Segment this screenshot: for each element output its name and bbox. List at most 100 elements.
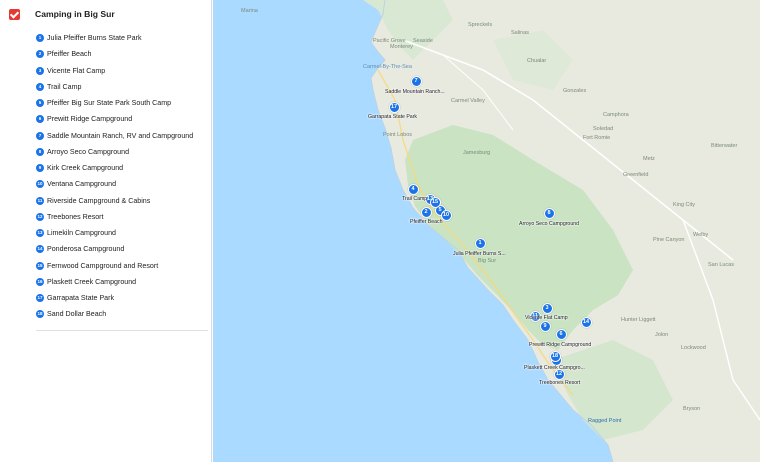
- layer-title: Camping in Big Sur: [35, 9, 115, 19]
- list-item-label: Saddle Mountain Ranch, RV and Campground: [47, 131, 194, 140]
- map-canvas[interactable]: Marina Salinas Spreckels Pacific Grove M…: [213, 0, 760, 462]
- marker-number-icon: 15: [36, 261, 44, 270]
- list-item[interactable]: 1 Julia Pfeiffer Burns State Park: [0, 30, 211, 46]
- marker-number-icon: 11: [36, 196, 44, 205]
- list-item[interactable]: 9 Kirk Creek Campground: [0, 160, 211, 176]
- map-marker-1[interactable]: 1: [474, 237, 486, 249]
- place-label: San Lucas: [708, 262, 734, 268]
- list-item[interactable]: 5 Pfeiffer Big Sur State Park South Camp: [0, 95, 211, 111]
- list-item[interactable]: 14 Ponderosa Campground: [0, 241, 211, 257]
- list-item[interactable]: 13 Limekiln Campground: [0, 225, 211, 241]
- place-label: Gonzales: [563, 88, 587, 94]
- list-item[interactable]: 15 Fernwood Campground and Resort: [0, 258, 211, 274]
- layer-header[interactable]: Camping in Big Sur: [0, 0, 211, 28]
- place-label: Chualar: [527, 58, 547, 64]
- map-marker-label[interactable]: Plaskett Creek Campgro...: [524, 365, 585, 371]
- list-item[interactable]: 10 Ventana Campground: [0, 176, 211, 192]
- place-label: Pine Canyon: [653, 237, 685, 243]
- map-marker-label[interactable]: Treebones Resort: [539, 380, 580, 386]
- list-item-label: Kirk Creek Campground: [47, 164, 124, 173]
- legend-sidebar: Camping in Big Sur 1 Julia Pfeiffer Burns…: [0, 0, 212, 462]
- list-item[interactable]: 18 Sand Dollar Beach: [0, 306, 211, 322]
- list-item-label: Vicente Flat Camp: [47, 66, 106, 75]
- list-item[interactable]: 12 Treebones Resort: [0, 209, 211, 225]
- map-marker-15[interactable]: 15: [429, 196, 441, 208]
- map-marker-2[interactable]: 2: [420, 206, 432, 218]
- place-label: Fort Romie: [583, 135, 611, 141]
- place-label: Camphora: [603, 112, 629, 118]
- place-label: Welby: [693, 232, 709, 238]
- map-marker-3[interactable]: 3: [541, 302, 553, 314]
- map-marker-label[interactable]: Julia Pfeiffer Burns S...: [453, 251, 506, 257]
- marker-number-icon: 10: [36, 180, 44, 189]
- map-marker-18[interactable]: 18: [549, 350, 561, 362]
- place-label: Lockwood: [681, 345, 706, 351]
- place-label: Metz: [643, 156, 655, 162]
- marker-number-icon: 17: [36, 294, 44, 303]
- place-label: Greenfield: [623, 172, 649, 178]
- marker-number-icon: 5: [36, 99, 44, 108]
- list-item-label: Riverside Campground & Cabins: [47, 196, 151, 205]
- map-marker-9[interactable]: 9: [539, 320, 551, 332]
- place-label: Hunter Liggett: [621, 317, 656, 323]
- marker-number-icon: 3: [36, 66, 44, 75]
- map-marker-label[interactable]: Trail Camp: [402, 196, 427, 202]
- map-marker-label[interactable]: Pfeiffer Beach: [410, 219, 443, 225]
- list-item-label: Garrapata State Park: [47, 294, 115, 303]
- marker-number-icon: 12: [36, 212, 44, 221]
- map-marker-8[interactable]: 8: [543, 207, 555, 219]
- map-marker-14[interactable]: 14: [580, 316, 592, 328]
- place-label: Bryson: [683, 406, 701, 412]
- map-marker-label[interactable]: Arroyo Seco Campground: [519, 221, 579, 227]
- place-label: Marina: [241, 8, 258, 14]
- marker-number-icon: 9: [36, 164, 44, 173]
- list-item-label: Ponderosa Campground: [47, 245, 125, 254]
- list-item-label: Prewitt Ridge Campground: [47, 115, 133, 124]
- list-item-label: Arroyo Seco Campground: [47, 147, 130, 156]
- map-marker-17[interactable]: 17: [388, 101, 400, 113]
- map-marker-label[interactable]: Garrapata State Park: [368, 114, 417, 120]
- place-label: Salinas: [511, 30, 530, 36]
- place-label: Seaside: [413, 38, 433, 44]
- place-label: Point Lobos: [383, 132, 413, 138]
- place-label: Jolon: [655, 332, 669, 338]
- map-marker-label[interactable]: Prewitt Ridge Campground: [529, 342, 591, 348]
- map-marker-4[interactable]: 4: [407, 183, 419, 195]
- marker-number-icon: 14: [36, 245, 44, 254]
- app-root: Camping in Big Sur 1 Julia Pfeiffer Burns…: [0, 0, 760, 462]
- place-label: Big Sur: [478, 258, 497, 264]
- list-item[interactable]: 4 Trail Camp: [0, 79, 211, 95]
- list-item-label: Plaskett Creek Campground: [47, 277, 137, 286]
- marker-number-icon: 1: [36, 34, 44, 43]
- list-item[interactable]: 17 Garrapata State Park: [0, 290, 211, 306]
- list-item-label: Ventana Campground: [47, 180, 117, 189]
- list-item-label: Pfeiffer Big Sur State Park South Camp: [47, 99, 172, 108]
- list-item[interactable]: 3 Vicente Flat Camp: [0, 63, 211, 79]
- marker-number-icon: 18: [36, 310, 44, 319]
- marker-number-icon: 8: [36, 147, 44, 156]
- place-label: King City: [673, 202, 696, 208]
- list-item[interactable]: 2 Pfeiffer Beach: [0, 46, 211, 62]
- place-label: Jamesburg: [463, 150, 491, 156]
- map-marker-label[interactable]: Saddle Mountain Ranch...: [385, 89, 445, 95]
- marker-number-icon: 7: [36, 131, 44, 140]
- list-item[interactable]: 11 Riverside Campground & Cabins: [0, 193, 211, 209]
- list-item[interactable]: 8 Arroyo Seco Campground: [0, 144, 211, 160]
- place-label: Spreckels: [468, 22, 493, 28]
- list-item-label: Julia Pfeiffer Burns State Park: [47, 34, 142, 43]
- list-item[interactable]: 6 Prewitt Ridge Campground: [0, 111, 211, 127]
- place-label: Carmel-By-The-Sea: [363, 64, 412, 70]
- list-item-label: Trail Camp: [47, 82, 82, 91]
- place-label: Soledad: [593, 126, 614, 132]
- marker-number-icon: 16: [36, 277, 44, 286]
- map-marker-label[interactable]: Vicente Flat Camp: [525, 315, 568, 321]
- map-marker-7[interactable]: 7: [410, 75, 422, 87]
- list-item[interactable]: 7 Saddle Mountain Ranch, RV and Campgroun…: [0, 128, 211, 144]
- list-item[interactable]: 16 Plaskett Creek Campground: [0, 274, 211, 290]
- layer-checkbox[interactable]: [9, 8, 20, 20]
- divider: [36, 330, 208, 331]
- place-label: Ragged Point: [588, 418, 622, 424]
- map-marker-6[interactable]: 6: [555, 328, 567, 340]
- marker-number-icon: 13: [36, 229, 44, 238]
- place-label: Monterey: [390, 44, 413, 50]
